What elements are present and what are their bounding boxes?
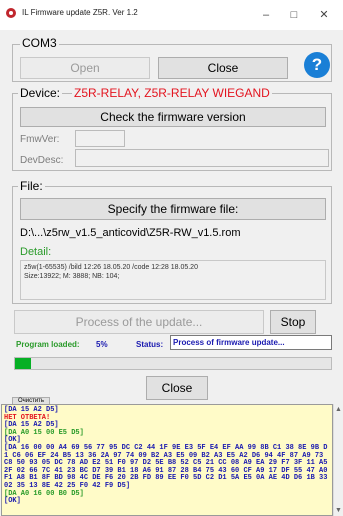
fmw-ver-field bbox=[75, 130, 125, 147]
detail-line-size: Size:13922; M: 3888; NB: 104; bbox=[24, 273, 120, 280]
process-update-button[interactable]: Process of the update... bbox=[14, 310, 264, 334]
close-button[interactable]: Close bbox=[146, 376, 208, 400]
dev-desc-label: DevDesc: bbox=[20, 155, 64, 166]
log-scrollbar[interactable]: ▲ ▼ bbox=[333, 404, 343, 516]
program-loaded-label: Program loaded: bbox=[16, 340, 80, 349]
fmw-ver-label: FmwVer: bbox=[20, 134, 60, 145]
title-bar: IL Firmware update Z5R. Ver 1.2 – □ ✕ bbox=[0, 0, 343, 30]
log-line: [DA A0 16 00 B0 D5] bbox=[4, 489, 84, 498]
file-path: D:\...\z5rw_v1.5_anticovid\Z5R-RW_v1.5.r… bbox=[20, 227, 241, 239]
com-port-label: COM3 bbox=[20, 36, 59, 50]
check-firmware-button[interactable]: Check the firmware version bbox=[20, 107, 326, 127]
log-line: [DA 16 00 00 A4 69 56 77 95 DC C2 44 1F … bbox=[4, 443, 328, 490]
scroll-down-icon[interactable]: ▼ bbox=[335, 507, 342, 514]
device-label: Device: bbox=[18, 86, 63, 100]
progress-bar bbox=[14, 357, 332, 370]
dev-desc-field bbox=[75, 149, 329, 167]
file-label: File: bbox=[18, 179, 45, 193]
close-port-button[interactable]: Close bbox=[158, 57, 288, 79]
detail-line-build: z5w(1-65535) /bild 12:26 18.05.20 /code … bbox=[24, 264, 198, 271]
status-value: Process of firmware update... bbox=[170, 335, 332, 350]
device-name: Z5R-RELAY, Z5R-RELAY WIEGAND bbox=[72, 86, 272, 100]
app-icon bbox=[6, 8, 16, 18]
log-line: [DA 15 A2 D5] bbox=[4, 406, 59, 414]
detail-label: Detail: bbox=[20, 246, 52, 258]
specify-file-button[interactable]: Specify the firmware file: bbox=[20, 198, 326, 220]
detail-box: z5w(1-65535) /bild 12:26 18.05.20 /code … bbox=[20, 260, 326, 300]
minimize-button[interactable]: – bbox=[252, 6, 280, 24]
close-window-button[interactable]: ✕ bbox=[310, 6, 338, 24]
help-icon[interactable]: ? bbox=[304, 52, 330, 78]
maximize-button[interactable]: □ bbox=[280, 6, 308, 24]
log-output: [DA 15 A2 D5] НЕТ ОТВЕТА! [DA 15 A2 D5] [DA… bbox=[1, 404, 333, 516]
log-line: [DA A0 15 00 E5 D5] bbox=[4, 428, 84, 437]
window-title: IL Firmware update Z5R. Ver 1.2 bbox=[22, 8, 138, 17]
progress-fill bbox=[15, 358, 31, 369]
program-loaded-value: 5% bbox=[96, 340, 108, 349]
open-button[interactable]: Open bbox=[20, 57, 150, 79]
status-label: Status: bbox=[136, 340, 164, 349]
scroll-up-icon[interactable]: ▲ bbox=[335, 406, 342, 413]
stop-button[interactable]: Stop bbox=[270, 310, 316, 334]
log-line: [OK] bbox=[4, 497, 21, 506]
